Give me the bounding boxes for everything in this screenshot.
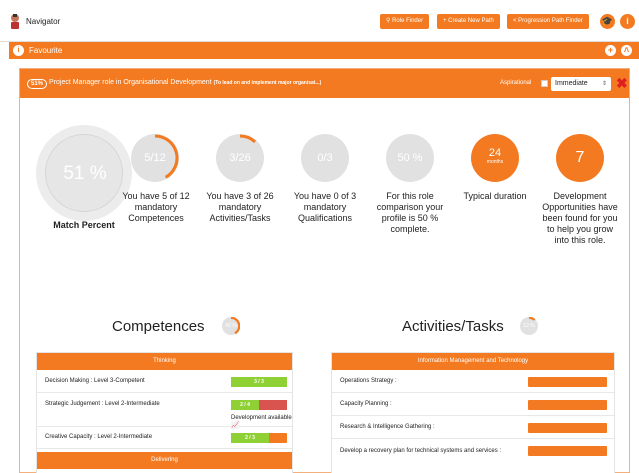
information-management-group-header[interactable]: Information Management and Technology	[332, 353, 614, 370]
aspirational-checkbox[interactable]	[541, 80, 548, 87]
qualifications-stat-desc: You have 0 of 3 mandatory Qualifications	[293, 191, 357, 223]
activity-row[interactable]: Research & Intelligence Gathering :	[332, 416, 614, 439]
competence-label: Creative Capacity : Level 2-Intermediate	[45, 434, 153, 440]
typical-duration-desc: Typical duration	[463, 191, 527, 201]
aspirational-label: Aspirational	[500, 80, 532, 86]
typical-duration-circle: 24 months	[471, 134, 519, 182]
activity-bar	[528, 400, 607, 410]
dev-opportunities-desc: Development Opportunities have been foun…	[542, 191, 618, 245]
competence-row[interactable]: Creative Capacity : Level 2-Intermediate…	[37, 427, 292, 449]
role-card: 51% Project Manager role in Organisation…	[19, 68, 630, 473]
competences-heading: Competences	[112, 318, 205, 335]
profile-complete-desc: For this role comparison your profile is…	[376, 191, 444, 234]
favourite-bar[interactable]: i Favourite + ˄	[9, 42, 639, 59]
activities-progress-arc	[239, 134, 257, 144]
activity-row[interactable]: Operations Strategy :	[332, 370, 614, 393]
progression-finder-label: Progression Path Finder	[518, 18, 583, 24]
activity-row[interactable]: Develop a recovery plan for technical sy…	[332, 439, 614, 469]
info-circle-icon: i	[13, 45, 24, 56]
activity-label: Develop a recovery plan for technical sy…	[340, 448, 502, 454]
qualifications-progress-arc	[301, 134, 349, 182]
competence-label: Strategic Judgement : Level 2-Intermedia…	[45, 401, 160, 407]
match-percent-inner: 51 %	[45, 134, 123, 212]
add-icon[interactable]: +	[605, 45, 616, 56]
role-finder-button[interactable]: ⚲ Role Finder	[380, 14, 430, 29]
competence-row[interactable]: Strategic Judgement : Level 2-Intermedia…	[37, 393, 292, 429]
favourite-label: Favourite	[29, 46, 63, 55]
select-arrows-icon: ⇕	[601, 81, 607, 87]
activity-bar	[528, 423, 607, 433]
activity-row[interactable]: Capacity Planning :	[332, 393, 614, 416]
activity-label: Research & Intelligence Gathering :	[340, 424, 435, 430]
competence-bar: 2 / 4	[231, 400, 259, 410]
profile-complete-stat-circle: 50 %	[386, 134, 434, 182]
match-percent-pill: 51%	[27, 79, 48, 89]
competence-bar: 3 / 3	[231, 377, 287, 387]
profile-complete-value: 50 %	[397, 152, 423, 164]
competences-badge-arc	[230, 317, 240, 335]
graduation-cap-icon[interactable]: 🎓	[600, 14, 615, 29]
top-navbar: Navigator ⚲ Role Finder + Create New Pat…	[0, 0, 639, 42]
timeframe-select[interactable]: Immediate ⇕	[551, 77, 611, 91]
chevron-up-icon[interactable]: ˄	[621, 45, 632, 56]
competence-row[interactable]: Decision Making : Level 3-Competent 3 / …	[37, 370, 292, 393]
activities-heading: Activities/Tasks	[402, 318, 504, 335]
thinking-group-header[interactable]: Thinking	[37, 353, 292, 370]
progress-arc-path	[154, 134, 179, 179]
badge-arc-path	[230, 317, 240, 335]
info-icon[interactable]: i	[620, 14, 635, 29]
delivering-group-header[interactable]: Delivering	[37, 452, 292, 469]
progress-arc-path	[239, 134, 257, 144]
competences-panel: Thinking Decision Making : Level 3-Compe…	[36, 352, 293, 473]
activity-label: Capacity Planning :	[340, 401, 392, 407]
competence-bar: 2 / 3	[231, 433, 269, 443]
activity-bar	[528, 446, 607, 456]
competences-progress-arc	[154, 134, 179, 179]
progression-path-finder-button[interactable]: < Progression Path Finder	[507, 14, 589, 29]
competences-stat-desc: You have 5 of 12 mandatory Competences	[122, 191, 190, 223]
dev-opportunities-value: 7	[575, 149, 585, 166]
role-card-header[interactable]: 51% Project Manager role in Organisation…	[20, 69, 629, 98]
activities-stat-desc: You have 3 of 26 mandatory Activities/Ta…	[206, 191, 274, 223]
duration-unit: months	[486, 159, 504, 165]
create-new-path-button[interactable]: + Create New Path	[437, 14, 500, 29]
create-path-label: Create New Path	[448, 18, 494, 24]
role-finder-label: Role Finder	[392, 18, 424, 24]
remove-role-icon[interactable]: ✖	[616, 75, 628, 91]
navigator-logo-icon	[11, 14, 19, 29]
duration-value: 24	[488, 147, 502, 159]
activity-bar	[528, 377, 607, 387]
competence-label: Decision Making : Level 3-Competent	[45, 378, 145, 384]
activity-label: Operations Strategy :	[340, 378, 397, 384]
app-title: Navigator	[26, 17, 61, 26]
role-title-text: Project Manager role in Organisational D…	[49, 79, 212, 86]
role-title: Project Manager role in Organisational D…	[49, 79, 321, 86]
match-percent-value: 51 %	[63, 163, 107, 184]
dev-opportunities-circle[interactable]: 7	[556, 134, 604, 182]
activities-badge-arc	[528, 317, 536, 321]
badge-arc-path	[528, 317, 536, 321]
development-available-label: Development available	[231, 415, 292, 421]
role-subtitle: (To lead on and implement major organisa…	[213, 80, 322, 86]
activities-panel: Information Management and Technology Op…	[331, 352, 615, 473]
timeframe-value: Immediate	[555, 80, 588, 87]
